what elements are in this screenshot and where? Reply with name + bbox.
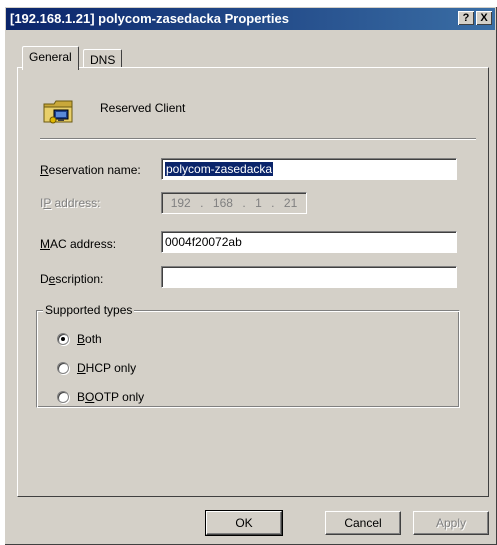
ip-dot: . xyxy=(271,196,275,210)
mac-address-input[interactable]: 0004f20072ab xyxy=(161,231,457,253)
ip-octet-2: 168 xyxy=(212,196,233,210)
ip-octet-3: 1 xyxy=(255,196,262,210)
radio-both-label: Both xyxy=(77,332,102,346)
description-input[interactable] xyxy=(161,266,457,288)
window-title: [192.168.1.21] polycom-zasedacka Propert… xyxy=(10,11,289,26)
ip-address-input[interactable]: 192 . 168 . 1 . 21 xyxy=(161,192,307,214)
reserved-client-label: Reserved Client xyxy=(100,101,186,115)
radio-button[interactable] xyxy=(57,362,69,374)
radio-bootp-only-label: BOOTP only xyxy=(77,390,145,404)
supported-types-legend: Supported types xyxy=(43,303,135,317)
radio-button-checked[interactable] xyxy=(57,333,69,345)
ip-dot: . xyxy=(200,196,204,210)
help-button[interactable]: ? xyxy=(458,11,474,25)
reservation-name-value: polycom-zasedacka xyxy=(165,162,274,176)
close-button[interactable]: X xyxy=(476,11,492,25)
ip-dot: . xyxy=(242,196,246,210)
header-separator xyxy=(40,138,476,140)
ok-button[interactable]: OK xyxy=(205,510,283,536)
radio-dhcp-only-label: DHCP only xyxy=(77,361,137,375)
reservation-name-input[interactable]: polycom-zasedacka xyxy=(161,158,457,180)
radio-both[interactable]: Both xyxy=(57,332,102,346)
properties-dialog: [192.168.1.21] polycom-zasedacka Propert… xyxy=(4,6,497,545)
ip-octet-4: 21 xyxy=(283,196,298,210)
radio-bootp-only[interactable]: BOOTP only xyxy=(57,390,144,404)
cancel-button[interactable]: Cancel xyxy=(325,511,401,535)
title-bar[interactable]: [192.168.1.21] polycom-zasedacka Propert… xyxy=(6,8,495,30)
description-label: Description: xyxy=(40,272,104,286)
tab-general[interactable]: General xyxy=(22,46,79,70)
general-tab-panel: Reserved Client Reservation name: polyco… xyxy=(17,67,489,497)
radio-button[interactable] xyxy=(57,391,69,403)
supported-types-group: Supported types Both DHCP only BOOTP onl… xyxy=(36,303,460,408)
ip-address-label: IP address: xyxy=(40,196,101,210)
apply-button[interactable]: Apply xyxy=(413,511,489,535)
radio-dhcp-only[interactable]: DHCP only xyxy=(57,361,136,375)
ip-octet-1: 192 xyxy=(170,196,191,210)
reserved-client-icon xyxy=(43,100,73,124)
reservation-name-label: Reservation name: xyxy=(40,163,141,177)
mac-address-label: MAC address: xyxy=(40,237,117,251)
